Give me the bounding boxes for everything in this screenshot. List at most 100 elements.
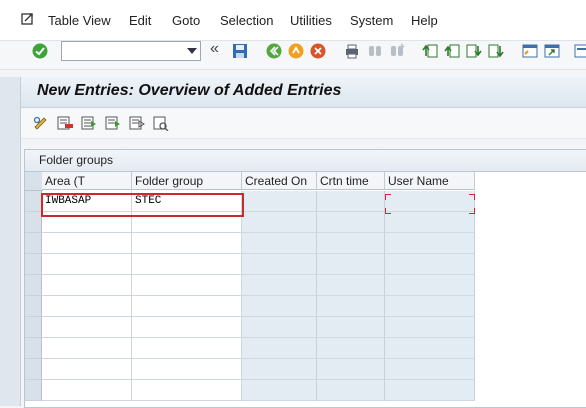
cell-created-on	[242, 317, 317, 338]
cell-created-on	[242, 338, 317, 359]
cell-user-name	[385, 212, 475, 233]
create-session-icon[interactable]	[521, 42, 539, 60]
cell-created-on	[242, 359, 317, 380]
folder-groups-panel: Folder groups Area (T Folder group Creat…	[24, 149, 586, 408]
cell-user-name	[385, 317, 475, 338]
cell-created-on	[242, 233, 317, 254]
cell-crtn-time	[317, 296, 385, 317]
cell-crtn-time	[317, 233, 385, 254]
column-header-user-name[interactable]: User Name	[385, 172, 475, 190]
deselect-all-icon[interactable]	[128, 115, 146, 131]
shortcut-icon[interactable]	[543, 42, 561, 60]
menu-utilities[interactable]: Utilities	[290, 13, 332, 28]
menu-edit[interactable]: Edit	[129, 13, 151, 28]
cell-area[interactable]	[42, 317, 132, 338]
cell-created-on	[242, 191, 317, 212]
find-next-icon[interactable]	[388, 42, 406, 60]
previous-page-icon[interactable]	[443, 42, 461, 60]
cell-area[interactable]	[42, 212, 132, 233]
menu-bar: Table View Edit Goto Selection Utilities…	[0, 0, 586, 41]
select-all-column-header[interactable]	[25, 172, 43, 191]
cell-area[interactable]	[42, 254, 132, 275]
cell-area[interactable]	[42, 359, 132, 380]
layout-menu-icon[interactable]	[573, 42, 586, 60]
cell-folder-group[interactable]	[132, 380, 242, 401]
row-selector[interactable]	[25, 212, 42, 233]
print-icon[interactable]	[343, 42, 361, 60]
cell-folder-group[interactable]	[132, 359, 242, 380]
column-header-crtn-time[interactable]: Crtn time	[317, 172, 385, 190]
back-icon[interactable]	[265, 42, 283, 60]
cell-folder-group[interactable]	[132, 317, 242, 338]
next-page-icon[interactable]	[465, 42, 483, 60]
cell-area[interactable]	[42, 338, 132, 359]
row-selector[interactable]	[25, 296, 42, 317]
application-toolbar	[21, 108, 586, 139]
enter-icon[interactable]	[31, 42, 49, 60]
chevron-down-icon[interactable]	[187, 48, 197, 54]
menu-goto[interactable]: Goto	[172, 13, 200, 28]
command-input[interactable]	[64, 43, 186, 61]
cell-user-name	[385, 338, 475, 359]
cell-crtn-time	[317, 275, 385, 296]
column-header-created-on[interactable]: Created On	[242, 172, 317, 190]
cell-folder-group[interactable]	[132, 212, 242, 233]
cell-user-name	[385, 380, 475, 401]
row-selector[interactable]	[25, 233, 42, 254]
cell-area[interactable]	[42, 296, 132, 317]
cell-created-on	[242, 254, 317, 275]
title-bar: New Entries: Overview of Added Entries	[21, 77, 586, 108]
row-selector[interactable]	[25, 380, 42, 401]
cell-area[interactable]	[42, 380, 132, 401]
delete-icon[interactable]	[56, 115, 74, 131]
row-selector[interactable]	[25, 191, 42, 212]
row-selector[interactable]	[25, 254, 42, 275]
menu-selection[interactable]: Selection	[220, 13, 273, 28]
select-block-icon[interactable]	[104, 115, 122, 131]
column-header-area[interactable]: Area (T	[42, 172, 132, 190]
cell-folder-group[interactable]: STEC	[132, 191, 242, 212]
change-display-icon[interactable]	[32, 115, 50, 131]
cell-user-name	[385, 296, 475, 317]
menu-icon[interactable]	[20, 12, 36, 28]
cell-crtn-time	[317, 380, 385, 401]
cell-crtn-time	[317, 359, 385, 380]
menu-table-view[interactable]: Table View	[48, 13, 111, 28]
cell-area[interactable]	[42, 275, 132, 296]
command-field[interactable]	[61, 41, 201, 61]
cell-user-name	[385, 254, 475, 275]
first-page-icon[interactable]	[421, 42, 439, 60]
save-icon[interactable]	[231, 42, 249, 60]
row-selector[interactable]	[25, 317, 42, 338]
cell-crtn-time	[317, 254, 385, 275]
cell-folder-group[interactable]	[132, 338, 242, 359]
cell-folder-group[interactable]	[132, 254, 242, 275]
left-frame-strip	[0, 77, 21, 406]
cell-crtn-time	[317, 317, 385, 338]
cell-folder-group[interactable]	[132, 296, 242, 317]
cell-area[interactable]	[42, 233, 132, 254]
entries-table: Area (T Folder group Created On Crtn tim…	[25, 172, 586, 407]
cell-folder-group[interactable]	[132, 275, 242, 296]
cell-folder-group[interactable]	[132, 233, 242, 254]
cell-created-on	[242, 296, 317, 317]
select-all-icon[interactable]	[80, 115, 98, 131]
menu-system[interactable]: System	[350, 13, 393, 28]
panel-header: Folder groups	[25, 150, 586, 172]
column-header-folder-group[interactable]: Folder group	[132, 172, 242, 190]
last-page-icon[interactable]	[487, 42, 505, 60]
nav-collapse-glyph[interactable]: «	[210, 40, 219, 58]
menu-help[interactable]: Help	[411, 13, 438, 28]
row-selector[interactable]	[25, 275, 42, 296]
exit-icon[interactable]	[287, 42, 305, 60]
find-icon[interactable]	[366, 42, 384, 60]
page-title: New Entries: Overview of Added Entries	[37, 82, 342, 99]
cancel-icon[interactable]	[309, 42, 327, 60]
row-selector[interactable]	[25, 338, 42, 359]
field-attributes-icon[interactable]	[152, 115, 170, 131]
row-selector[interactable]	[25, 359, 42, 380]
cell-area[interactable]: IWBASAP	[42, 191, 132, 212]
cell-created-on	[242, 212, 317, 233]
cell-created-on	[242, 380, 317, 401]
cell-user-name	[385, 275, 475, 296]
